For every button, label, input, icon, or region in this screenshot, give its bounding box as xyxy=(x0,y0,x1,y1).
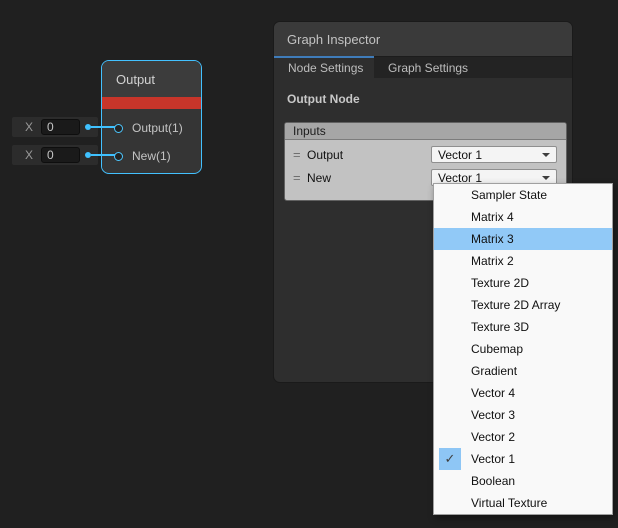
port-label: New(1) xyxy=(132,149,171,163)
edge-line[interactable] xyxy=(91,154,115,156)
shader-graph-canvas: X 0 X 0 Output Output(1) New(1) Graph In… xyxy=(0,0,618,528)
menu-item-gradient[interactable]: ✓ Gradient xyxy=(434,360,612,382)
menu-item-matrix-3[interactable]: ✓ Matrix 3 xyxy=(434,228,612,250)
check-icon: ✓ xyxy=(439,404,461,426)
node-accent-bar xyxy=(102,97,201,109)
check-icon: ✓ xyxy=(439,250,461,272)
check-icon: ✓ xyxy=(439,184,461,206)
inputs-list-header: Inputs xyxy=(285,123,566,140)
tab-graph-settings[interactable]: Graph Settings xyxy=(374,57,482,78)
check-icon: ✓ xyxy=(439,294,461,316)
port-connector-icon[interactable] xyxy=(114,124,123,133)
menu-item-matrix-4[interactable]: ✓ Matrix 4 xyxy=(434,206,612,228)
menu-item-vector-3[interactable]: ✓ Vector 3 xyxy=(434,404,612,426)
menu-item-virtual-texture[interactable]: ✓ Virtual Texture xyxy=(434,492,612,514)
menu-item-texture-2d-array[interactable]: ✓ Texture 2D Array xyxy=(434,294,612,316)
edge-line[interactable] xyxy=(91,126,115,128)
inspector-tabbar: Node Settings Graph Settings xyxy=(274,56,572,78)
panel-title[interactable]: Graph Inspector xyxy=(274,22,572,56)
check-icon: ✓ xyxy=(439,316,461,338)
drag-handle-icon[interactable]: = xyxy=(293,170,307,185)
input-name: New xyxy=(307,171,331,185)
chevron-down-icon xyxy=(542,176,550,180)
axis-label: X xyxy=(25,148,33,162)
port-row: New(1) xyxy=(102,142,201,170)
menu-item-vector-4[interactable]: ✓ Vector 4 xyxy=(434,382,612,404)
value-input[interactable]: 0 xyxy=(41,119,80,135)
type-dropdown-output[interactable]: Vector 1 xyxy=(431,146,557,163)
menu-item-boolean[interactable]: ✓ Boolean xyxy=(434,470,612,492)
check-icon: ✓ xyxy=(439,382,461,404)
output-node[interactable]: Output Output(1) New(1) xyxy=(101,60,202,174)
port-connector-icon[interactable] xyxy=(114,152,123,161)
menu-item-vector-2[interactable]: ✓ Vector 2 xyxy=(434,426,612,448)
check-icon: ✓ xyxy=(439,360,461,382)
input-row-output: = Output Vector 1 xyxy=(285,143,566,166)
menu-item-texture-3d[interactable]: ✓ Texture 3D xyxy=(434,316,612,338)
menu-item-cubemap[interactable]: ✓ Cubemap xyxy=(434,338,612,360)
menu-item-sampler-state[interactable]: ✓ Sampler State xyxy=(434,184,612,206)
axis-label: X xyxy=(25,120,33,134)
check-icon: ✓ xyxy=(439,492,461,514)
check-icon: ✓ xyxy=(439,228,461,250)
check-icon: ✓ xyxy=(439,338,461,360)
port-row: Output(1) xyxy=(102,114,201,142)
menu-item-texture-2d[interactable]: ✓ Texture 2D xyxy=(434,272,612,294)
chevron-down-icon xyxy=(542,153,550,157)
value-input[interactable]: 0 xyxy=(41,147,80,163)
node-port-list: Output(1) New(1) xyxy=(102,109,201,170)
node-title[interactable]: Output xyxy=(102,61,201,97)
selected-type: Vector 1 xyxy=(438,148,482,162)
check-icon: ✓ xyxy=(439,426,461,448)
tab-node-settings[interactable]: Node Settings xyxy=(274,57,374,78)
port-label: Output(1) xyxy=(132,121,183,135)
drag-handle-icon[interactable]: = xyxy=(293,147,307,162)
menu-item-matrix-2[interactable]: ✓ Matrix 2 xyxy=(434,250,612,272)
check-icon: ✓ xyxy=(439,448,461,470)
check-icon: ✓ xyxy=(439,206,461,228)
selected-node-heading: Output Node xyxy=(274,78,572,106)
menu-item-vector-1[interactable]: ✓ Vector 1 xyxy=(434,448,612,470)
check-icon: ✓ xyxy=(439,470,461,492)
type-dropdown-menu: ✓ Sampler State ✓ Matrix 4 ✓ Matrix 3 ✓ … xyxy=(433,183,613,515)
check-icon: ✓ xyxy=(439,272,461,294)
input-name: Output xyxy=(307,148,343,162)
